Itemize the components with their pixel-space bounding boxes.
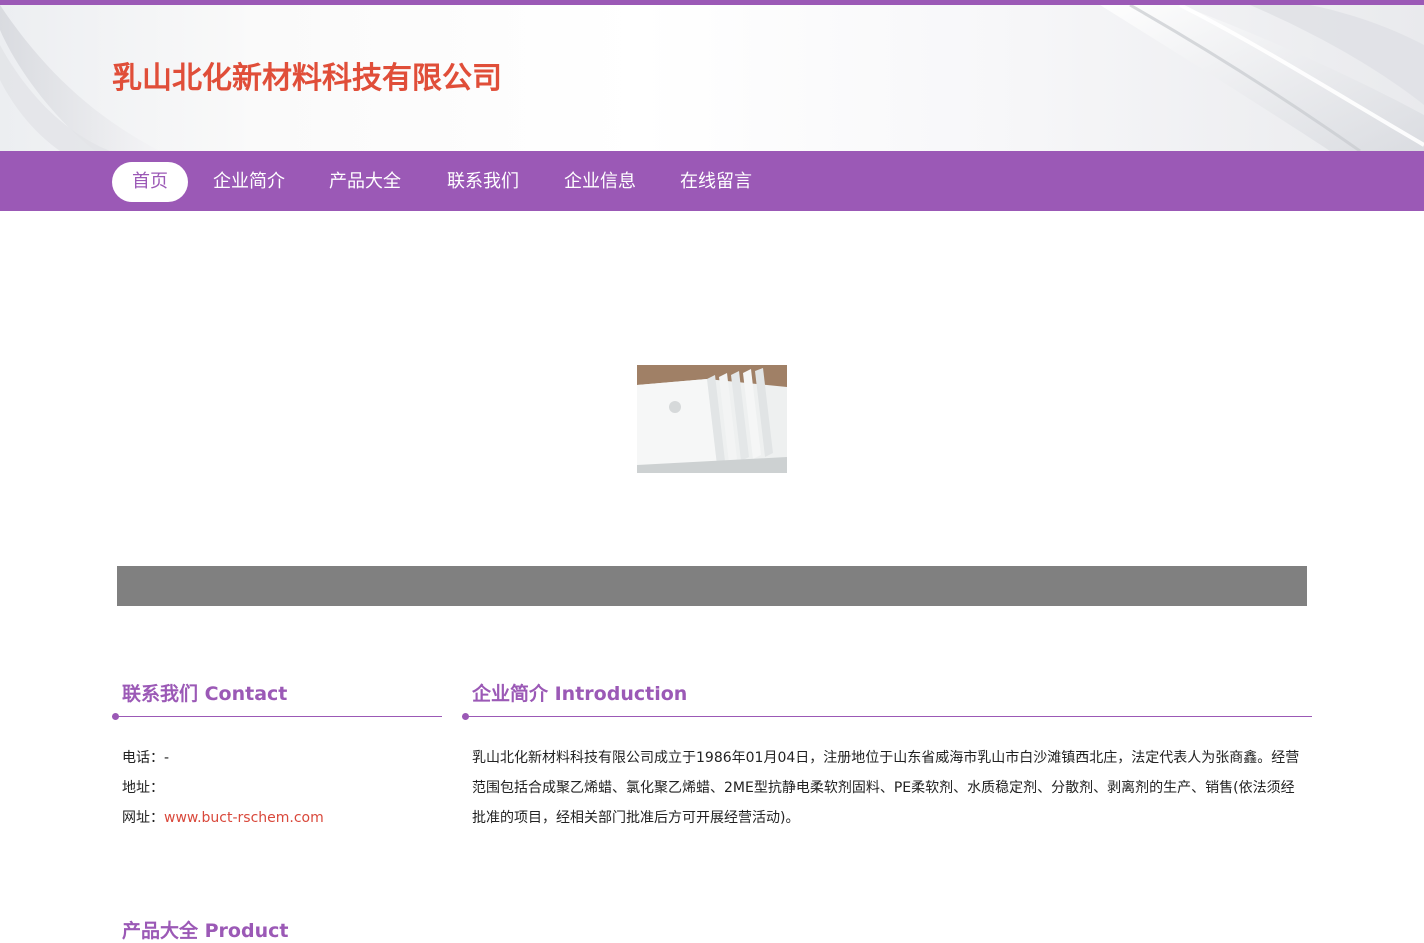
address-label: 地址： <box>122 780 164 796</box>
phone-label: 电话： <box>122 750 164 766</box>
contact-section-title: 联系我们 Contact <box>122 683 288 705</box>
website-label: 网址： <box>122 810 164 826</box>
product-image-illustration <box>637 365 787 473</box>
header-banner: 乳山北化新材料科技有限公司 <box>0 5 1424 151</box>
nav-item-message[interactable]: 在线留言 <box>660 162 772 202</box>
contact-title-underline <box>112 716 442 717</box>
intro-section-title: 企业简介 Introduction <box>472 683 688 705</box>
phone-value: - <box>164 750 170 766</box>
contact-phone-row: 电话：- <box>122 748 169 768</box>
products-section-title: 产品大全 Product <box>122 920 289 942</box>
main-nav: 首页 企业简介 产品大全 联系我们 企业信息 在线留言 <box>0 151 1424 211</box>
website-link[interactable]: www.buct-rschem.com <box>164 810 324 826</box>
nav-item-home[interactable]: 首页 <box>112 162 188 202</box>
contact-website-row: 网址：www.buct-rschem.com <box>122 808 324 828</box>
site-title: 乳山北化新材料科技有限公司 <box>112 61 502 96</box>
product-image <box>637 365 787 473</box>
contact-address-row: 地址： <box>122 778 164 798</box>
nav-item-company-profile[interactable]: 企业简介 <box>193 162 305 202</box>
intro-title-underline <box>462 716 1312 717</box>
banner-gray-bar <box>117 566 1307 606</box>
nav-item-contact[interactable]: 联系我们 <box>427 162 539 202</box>
intro-paragraph: 乳山北化新材料科技有限公司成立于1986年01月04日，注册地位于山东省威海市乳… <box>472 750 1300 826</box>
nav-item-company-info[interactable]: 企业信息 <box>544 162 656 202</box>
nav-item-products[interactable]: 产品大全 <box>309 162 421 202</box>
